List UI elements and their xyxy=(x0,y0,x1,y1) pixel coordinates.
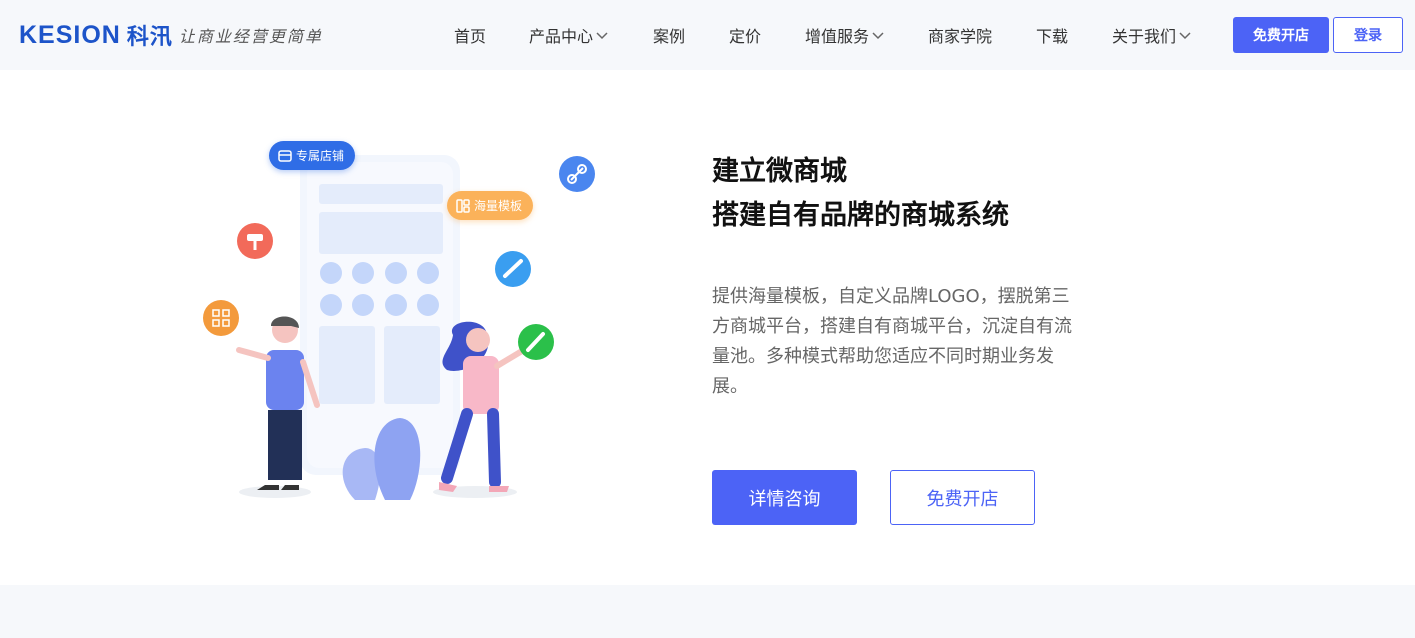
leaf-shape xyxy=(374,418,421,500)
tag-label: 海量模板 xyxy=(474,199,523,213)
screen-dot xyxy=(417,262,439,284)
chevron-down-icon xyxy=(1179,32,1191,40)
hero-title-line2: 搭建自有品牌的商城系统 xyxy=(712,200,1009,231)
nav-item-home[interactable]: 首页 xyxy=(454,24,486,46)
tag-templates: 海量模板 xyxy=(447,191,533,220)
nav-item-academy[interactable]: 商家学院 xyxy=(928,24,992,46)
screen-dot xyxy=(352,294,374,316)
hero-illustration xyxy=(203,155,595,500)
login-button[interactable]: 登录 xyxy=(1333,17,1403,53)
screen-block xyxy=(319,326,375,404)
nav-item-label: 产品中心 xyxy=(529,27,594,46)
nav-item-about[interactable]: 关于我们 xyxy=(1112,24,1192,46)
screen-dot xyxy=(320,262,342,284)
woman-shirt xyxy=(463,356,499,414)
next-section-band xyxy=(0,585,1415,638)
nav-item-pricing[interactable]: 定价 xyxy=(729,24,761,46)
screen-block xyxy=(319,184,443,204)
nav-item-cases[interactable]: 案例 xyxy=(653,24,685,46)
nav-item-download[interactable]: 下载 xyxy=(1036,24,1068,46)
nav-item-label: 商家学院 xyxy=(928,27,993,46)
woman-leg xyxy=(487,408,501,488)
man-shirt xyxy=(266,350,304,410)
nav-item-label: 首页 xyxy=(454,27,487,46)
nav-item-label: 关于我们 xyxy=(1112,27,1177,46)
nav-item-label: 案例 xyxy=(653,27,686,46)
screen-dot xyxy=(320,294,342,316)
logo-text-en: KESION xyxy=(19,20,121,49)
chevron-down-icon xyxy=(596,32,608,40)
template-icon xyxy=(456,198,470,213)
man-pants xyxy=(268,410,302,480)
tag-label: 专属店铺 xyxy=(296,149,345,163)
screen-dot xyxy=(352,262,374,284)
screen-block xyxy=(384,326,440,404)
nav-item-products[interactable]: 产品中心 xyxy=(529,24,609,46)
hero-description: 提供海量模板，自定义品牌LOGO，摆脱第三方商城平台，搭建自有商城平台，沉淀自有… xyxy=(712,286,1072,397)
nav-item-label: 下载 xyxy=(1036,27,1069,46)
free-open-store-button[interactable]: 免费开店 xyxy=(1233,17,1329,53)
man-shoe xyxy=(281,485,299,490)
screen-dot xyxy=(417,294,439,316)
hero-title-line1: 建立微商城 xyxy=(712,156,847,187)
store-icon xyxy=(278,149,292,162)
screen-block xyxy=(319,212,443,254)
screen-dot xyxy=(385,294,407,316)
woman-head xyxy=(466,328,490,352)
hero-title: 建立微商城 搭建自有品牌的商城系统 xyxy=(712,150,1009,238)
top-header: KESION 科汛 让商业经营更简单 首页 产品中心 案例 定价 增值服务 商家… xyxy=(0,0,1415,70)
tag-dedicated-store: 专属店铺 xyxy=(269,141,355,170)
nav-item-services[interactable]: 增值服务 xyxy=(805,24,885,46)
chevron-down-icon xyxy=(872,32,884,40)
logo[interactable]: KESION 科汛 让商业经营更简单 xyxy=(19,20,323,51)
man-arm xyxy=(236,347,271,361)
open-store-button[interactable]: 免费开店 xyxy=(890,470,1035,525)
woman-shoe xyxy=(489,486,509,492)
logo-text-cn: 科汛 xyxy=(126,25,173,50)
nav-item-label: 定价 xyxy=(729,27,762,46)
consult-button[interactable]: 详情咨询 xyxy=(712,470,857,525)
grid-icon xyxy=(203,300,239,336)
logo-slogan: 让商业经营更简单 xyxy=(178,27,323,46)
nav-item-label: 增值服务 xyxy=(805,27,870,46)
screen-dot xyxy=(385,262,407,284)
